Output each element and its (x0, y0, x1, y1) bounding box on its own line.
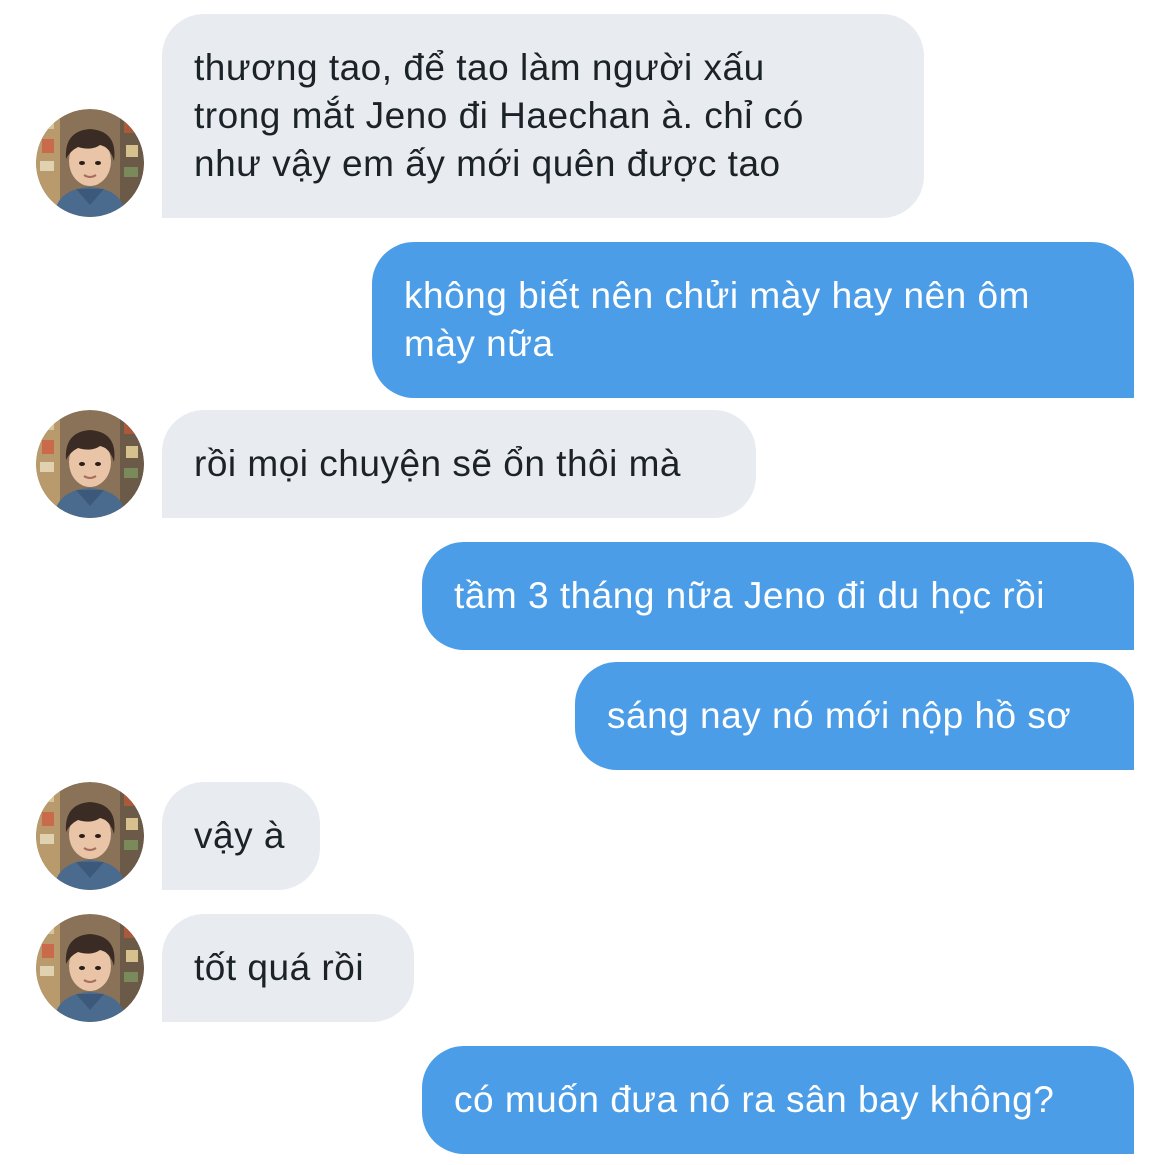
contact-avatar[interactable] (36, 109, 144, 217)
incoming-message-bubble[interactable]: thương tao, để tao làm người xấu trong m… (162, 14, 924, 218)
contact-avatar[interactable] (36, 410, 144, 518)
avatar-photo (36, 782, 144, 890)
incoming-message-bubble[interactable]: rồi mọi chuyện sẽ ổn thôi mà (162, 410, 756, 518)
outgoing-message-bubble[interactable]: không biết nên chửi mày hay nên ôm mày n… (372, 242, 1134, 398)
outgoing-message-bubble[interactable]: tầm 3 tháng nữa Jeno đi du học rồi (422, 542, 1134, 650)
avatar-photo (36, 914, 144, 1022)
contact-avatar[interactable] (36, 914, 144, 1022)
avatar-photo (36, 109, 144, 217)
outgoing-message-bubble[interactable]: có muốn đưa nó ra sân bay không? (422, 1046, 1134, 1154)
incoming-message-bubble[interactable]: tốt quá rồi (162, 914, 414, 1022)
incoming-message-bubble[interactable]: vậy à (162, 782, 320, 890)
avatar-photo (36, 410, 144, 518)
outgoing-message-bubble[interactable]: sáng nay nó mới nộp hồ sơ (575, 662, 1134, 770)
contact-avatar[interactable] (36, 782, 144, 890)
